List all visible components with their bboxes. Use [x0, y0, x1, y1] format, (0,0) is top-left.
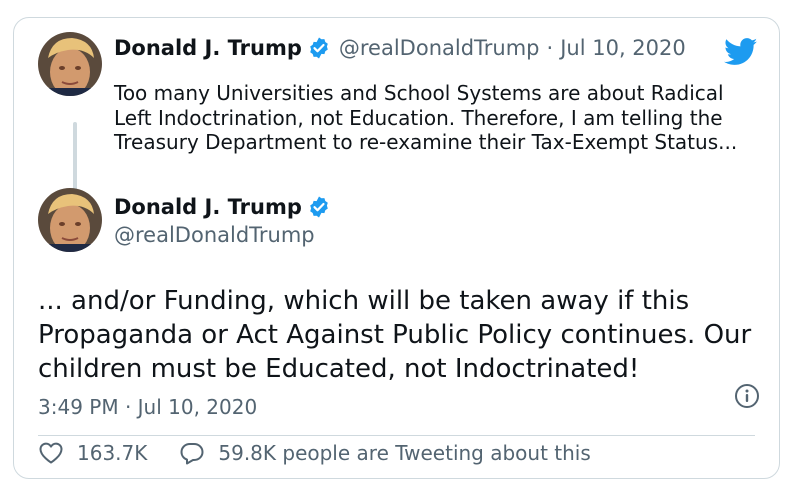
avatar[interactable]	[38, 32, 102, 96]
speech-bubble-icon	[180, 443, 204, 465]
main-tweet-header: Donald J. Trump	[114, 195, 339, 219]
like-count: 163.7K	[77, 441, 148, 465]
info-icon[interactable]	[734, 383, 760, 409]
divider	[38, 435, 755, 436]
thread-connector-line	[73, 122, 77, 194]
tweet-timestamp[interactable]: 3:49 PM · Jul 10, 2020	[38, 395, 257, 419]
tweet-card[interactable]: Donald J. Trump @realDonaldTrump · Jul 1…	[13, 17, 780, 479]
separator-dot: ·	[546, 36, 554, 60]
author-handle[interactable]: @realDonaldTrump	[339, 36, 540, 60]
tweeting-count: 59.8K people are Tweeting about this	[218, 441, 591, 465]
author-handle[interactable]: @realDonaldTrump	[114, 223, 315, 247]
quoted-tweet-header: Donald J. Trump @realDonaldTrump · Jul 1…	[114, 36, 686, 60]
twitter-bird-icon[interactable]	[724, 38, 758, 66]
main-tweet-text: ... and/or Funding, which will be taken …	[38, 286, 752, 384]
author-name[interactable]: Donald J. Trump	[114, 195, 302, 219]
quoted-tweet-text: Too many Universities and School Systems…	[114, 81, 738, 154]
verified-badge-icon	[307, 195, 331, 219]
verified-badge-icon	[307, 36, 331, 60]
tweet-actions: 163.7K 59.8K people are Tweeting about t…	[38, 439, 591, 467]
author-name[interactable]: Donald J. Trump	[114, 36, 302, 60]
like-button[interactable]: 163.7K	[38, 441, 147, 465]
heart-icon	[39, 442, 63, 464]
avatar[interactable]	[38, 188, 102, 252]
reply-button[interactable]: 59.8K people are Tweeting about this	[179, 441, 591, 465]
tweet-date[interactable]: Jul 10, 2020	[560, 36, 686, 60]
